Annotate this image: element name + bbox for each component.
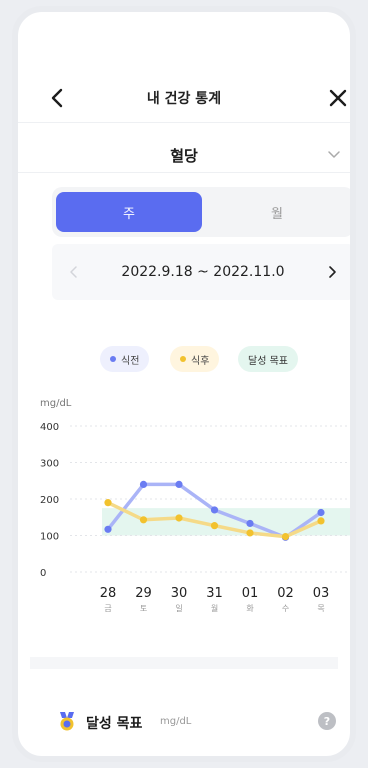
- y-tick-label: 400: [40, 422, 59, 433]
- y-axis-unit: mg/dL: [40, 398, 72, 409]
- chevron-down-icon[interactable]: [326, 146, 342, 162]
- x-weekday-label: 금: [104, 604, 111, 613]
- data-point: [246, 519, 254, 528]
- divider: [18, 122, 350, 123]
- x-weekday-label: 화: [246, 604, 254, 613]
- divider: [18, 172, 350, 173]
- y-tick-label: 300: [40, 459, 59, 470]
- goal-section-header: 달성 목표 mg/dL ?: [58, 710, 340, 734]
- data-point: [104, 525, 112, 533]
- x-weekday-label: 수: [282, 604, 289, 613]
- legend-after-meal: 식후: [170, 346, 220, 372]
- x-tick-label: 02: [277, 586, 294, 601]
- legend-label: 식후: [191, 355, 210, 367]
- app-header: 내 건강 통계: [18, 76, 350, 120]
- chevron-right-icon[interactable]: [324, 264, 340, 280]
- blood-sugar-chart: 0 100 200 300 400 28 금 29 토 30 일 31 월 01 화 02 수 03 목: [40, 422, 350, 613]
- y-tick-label: 200: [40, 495, 59, 506]
- x-weekday-label: 일: [175, 604, 182, 613]
- data-point: [104, 499, 112, 507]
- data-point: [175, 480, 183, 488]
- y-tick-label: 0: [40, 568, 46, 579]
- date-navigator: 2022.9.18 ~ 2022.11.0: [52, 244, 350, 300]
- data-point: [317, 517, 325, 525]
- data-point: [317, 508, 325, 517]
- legend-label: 식전: [121, 355, 140, 367]
- legend-dot-icon: [180, 356, 186, 362]
- help-icon[interactable]: ?: [318, 712, 336, 730]
- data-point: [210, 522, 219, 530]
- y-tick-label: 100: [40, 532, 59, 543]
- x-tick-label: 28: [100, 586, 117, 601]
- date-range-label: 2022.9.18 ~ 2022.11.0: [121, 264, 285, 280]
- section-separator: [30, 657, 338, 669]
- goal-label: 달성 목표: [86, 716, 143, 732]
- tab-week[interactable]: 주: [56, 192, 202, 232]
- close-icon[interactable]: [326, 86, 350, 110]
- x-tick-label: 30: [171, 586, 188, 601]
- page-title: 내 건강 통계: [146, 91, 222, 107]
- x-weekday-label: 월: [211, 603, 218, 613]
- legend-label: 달성 목표: [248, 355, 288, 367]
- x-weekday-label: 토: [140, 604, 147, 613]
- x-tick-label: 29: [135, 586, 152, 601]
- data-point: [281, 532, 290, 541]
- chart-legend: 식전 식후 달성 목표: [18, 346, 350, 374]
- x-weekday-label: 목: [317, 604, 324, 613]
- data-point: [139, 516, 148, 524]
- goal-unit: mg/dL: [160, 716, 192, 727]
- phone-screen: 내 건강 통계 혈당 주 월 2022.9.18 ~ 2022.11.0 식전 …: [12, 6, 356, 762]
- data-point: [139, 480, 148, 488]
- x-tick-label: 03: [313, 586, 330, 601]
- legend-dot-icon: [110, 356, 116, 362]
- medal-icon: [60, 712, 74, 731]
- x-tick-label: 01: [242, 586, 259, 601]
- legend-goal: 달성 목표: [238, 346, 298, 372]
- period-tabs: 주 월: [52, 187, 350, 237]
- legend-before-meal: 식전: [100, 346, 150, 372]
- x-tick-label: 31: [206, 586, 223, 601]
- data-point: [175, 514, 183, 522]
- section-title[interactable]: 혈당: [18, 145, 350, 166]
- data-point: [246, 529, 254, 537]
- data-point: [210, 506, 219, 514]
- tab-month[interactable]: 월: [204, 192, 350, 232]
- goal-range-band: [102, 508, 350, 536]
